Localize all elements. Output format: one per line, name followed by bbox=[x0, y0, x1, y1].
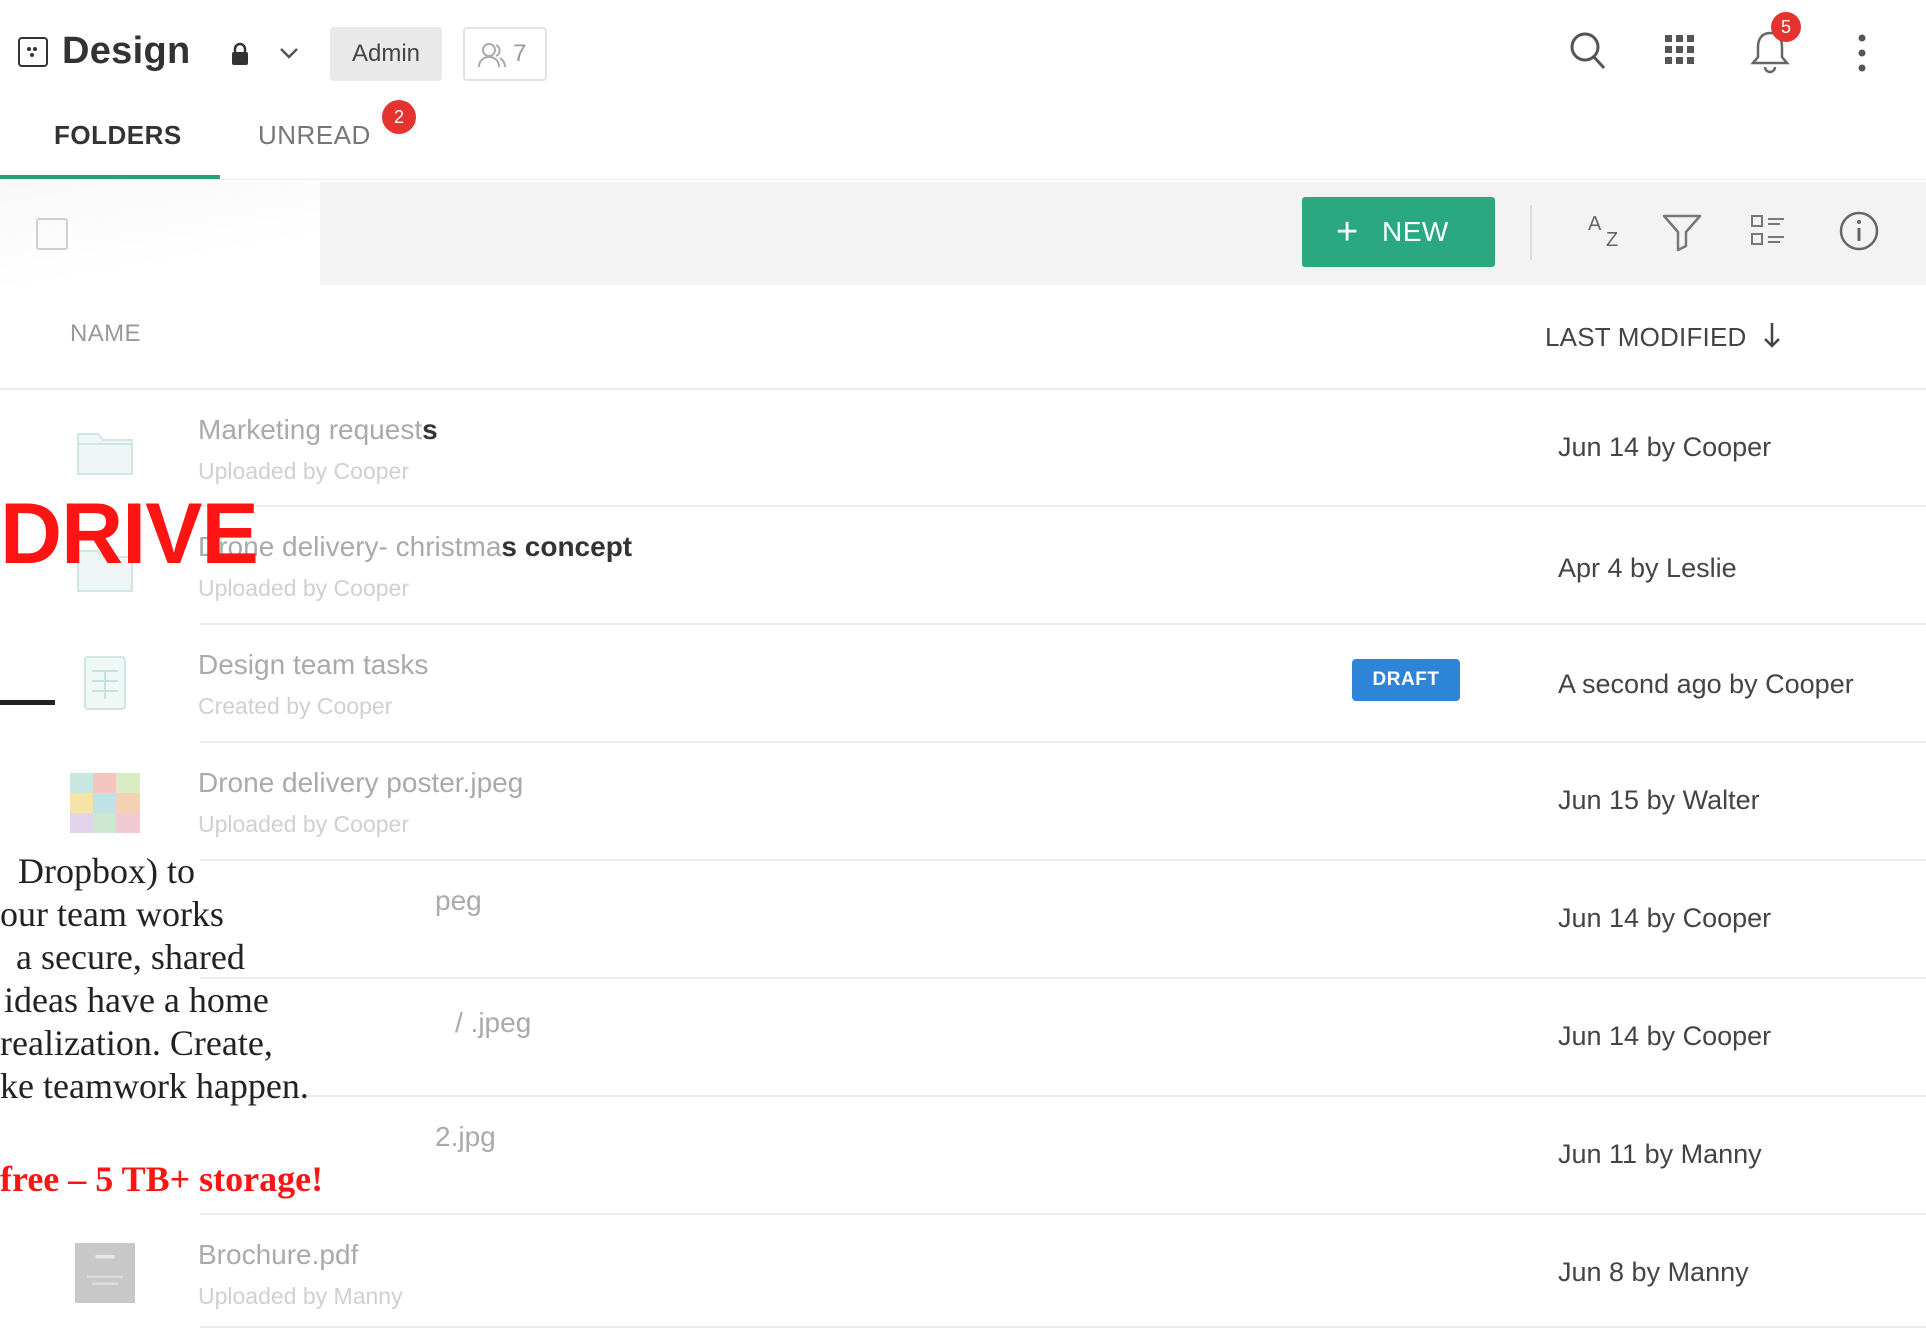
unread-badge: 2 bbox=[382, 100, 416, 134]
promo-line: Dropbox) to bbox=[18, 851, 195, 891]
lock-icon bbox=[232, 42, 248, 65]
row-subtitle: Uploaded by Manny bbox=[198, 1283, 403, 1309]
row-title: Drone delivery- christmas concept bbox=[198, 531, 633, 562]
promo-cta[interactable]: free – 5 TB+ storage! bbox=[0, 1158, 323, 1200]
more-vertical-icon[interactable] bbox=[1850, 25, 1874, 79]
draft-badge: DRAFT bbox=[1352, 659, 1460, 701]
promo-line: a secure, shared bbox=[16, 937, 245, 977]
row-subtitle: Uploaded by Cooper bbox=[198, 811, 409, 837]
members-button[interactable]: 7 bbox=[463, 27, 547, 81]
spreadsheet-icon bbox=[84, 656, 126, 710]
table-row[interactable]: Brochure.pdf Uploaded by Manny Jun 8 by … bbox=[0, 1215, 1926, 1332]
promo-line: ke teamwork happen. bbox=[0, 1066, 309, 1106]
row-modified: A second ago by Cooper bbox=[1558, 669, 1854, 699]
members-icon bbox=[478, 43, 506, 68]
new-button[interactable]: + NEW bbox=[1302, 197, 1495, 267]
row-divider bbox=[200, 1326, 1926, 1328]
table-row[interactable]: Drone delivery poster.jpeg Uploaded by C… bbox=[0, 743, 1926, 860]
row-title: Marketing requests bbox=[198, 414, 438, 445]
column-header-last-modified[interactable]: LAST MODIFIED bbox=[1545, 320, 1782, 353]
row-title: Brochure.pdf bbox=[198, 1239, 359, 1270]
team-icon bbox=[18, 37, 48, 67]
row-subtitle: Created by Cooper bbox=[198, 693, 393, 719]
breadcrumb-team-icon[interactable] bbox=[36, 218, 68, 250]
row-title: 2.jpg bbox=[435, 1121, 496, 1152]
row-subtitle: Uploaded by Cooper bbox=[198, 458, 409, 484]
image-thumbnail bbox=[70, 773, 140, 833]
column-header-last-modified-label: LAST MODIFIED bbox=[1545, 322, 1747, 352]
promo-line: our team works bbox=[0, 894, 224, 934]
arrow-down-icon bbox=[1764, 323, 1780, 348]
promo-title: DRIVE bbox=[0, 486, 259, 582]
list-view-icon[interactable] bbox=[1746, 210, 1790, 254]
row-title: Design team tasks bbox=[198, 649, 429, 680]
row-modified: Jun 11 by Manny bbox=[1558, 1139, 1762, 1169]
svg-text:Z: Z bbox=[1606, 229, 1618, 251]
info-icon[interactable] bbox=[1836, 208, 1882, 254]
row-modified: Jun 15 by Walter bbox=[1558, 785, 1760, 815]
folder-icon bbox=[77, 433, 133, 475]
row-modified: Jun 8 by Manny bbox=[1558, 1257, 1749, 1287]
table-row[interactable]: Marketing requests Uploaded by Cooper Ju… bbox=[0, 390, 1926, 507]
filter-icon[interactable] bbox=[1660, 208, 1704, 256]
row-modified: Apr 4 by Leslie bbox=[1558, 553, 1737, 583]
row-modified: Jun 14 by Cooper bbox=[1558, 1021, 1772, 1051]
table-row[interactable]: Design team tasks Created by Cooper A se… bbox=[0, 625, 1926, 742]
svg-text:A: A bbox=[1588, 213, 1602, 235]
row-title: peg bbox=[435, 885, 482, 916]
tabs-divider bbox=[0, 179, 1926, 180]
sort-az-icon[interactable]: A Z bbox=[1584, 208, 1632, 256]
tab-folders[interactable]: FOLDERS bbox=[54, 120, 182, 151]
promo-divider bbox=[0, 700, 55, 705]
pdf-thumbnail bbox=[75, 1243, 135, 1303]
promo-line: ideas have a home bbox=[4, 980, 269, 1020]
team-name[interactable]: Design bbox=[62, 30, 191, 73]
chevron-down-icon[interactable] bbox=[278, 44, 300, 62]
promo-line: realization. Create, bbox=[0, 1023, 273, 1063]
row-modified: Jun 14 by Cooper bbox=[1558, 432, 1772, 462]
plus-icon: + bbox=[1336, 211, 1359, 253]
promo-body: Dropbox) to our team works a secure, sha… bbox=[0, 850, 420, 1108]
role-badge: Admin bbox=[330, 27, 442, 81]
column-header-name[interactable]: NAME bbox=[70, 320, 141, 348]
search-icon[interactable] bbox=[1566, 25, 1610, 75]
row-title: Drone delivery poster.jpeg bbox=[198, 767, 524, 798]
row-modified: Jun 14 by Cooper bbox=[1558, 903, 1772, 933]
members-count: 7 bbox=[513, 40, 527, 67]
notification-badge: 5 bbox=[1771, 12, 1801, 42]
table-row[interactable]: Drone delivery- christmas concept Upload… bbox=[0, 507, 1926, 624]
tab-unread[interactable]: UNREAD bbox=[258, 120, 371, 151]
toolbar-divider bbox=[1530, 205, 1532, 260]
row-title: / .jpeg bbox=[455, 1007, 532, 1038]
new-button-label: NEW bbox=[1382, 216, 1449, 247]
apps-grid-icon[interactable] bbox=[1660, 25, 1700, 75]
